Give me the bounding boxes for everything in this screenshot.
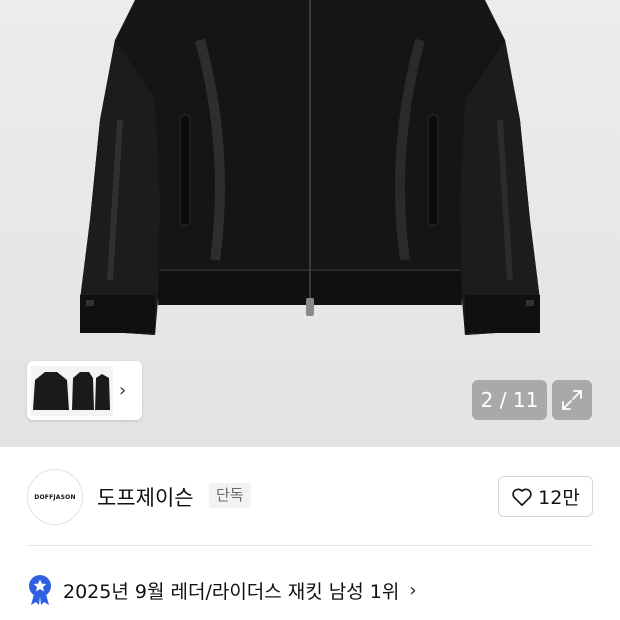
thumbnail-strip[interactable]: ›: [27, 361, 142, 420]
chevron-right-icon: ›: [409, 579, 417, 601]
brand-name[interactable]: 도프제이슨: [97, 482, 194, 512]
expand-icon[interactable]: [552, 380, 592, 420]
ranking-text: 2025년 9월 레더/라이더스 재킷 남성 1위: [63, 580, 400, 603]
like-count: 12만: [538, 487, 580, 509]
divider: [27, 545, 593, 546]
image-counter: 2 / 11: [472, 380, 547, 420]
brand-row: DOFFJASON 도프제이슨 단독 12만: [0, 447, 620, 545]
brand-logo[interactable]: DOFFJASON: [27, 469, 83, 525]
thumbnail-image: [31, 365, 113, 416]
exclusive-badge: 단독: [209, 483, 251, 508]
brand-logo-text: DOFFJASON: [34, 493, 76, 501]
heart-icon: [512, 488, 532, 506]
ranking-row[interactable]: 2025년 9월 레더/라이더스 재킷 남성 1위 ›: [27, 570, 417, 610]
ranking-badge-icon: [29, 575, 51, 605]
product-image-gallery[interactable]: › 2 / 11: [0, 0, 620, 447]
like-button[interactable]: 12만: [498, 476, 593, 517]
chevron-right-icon[interactable]: ›: [119, 380, 126, 401]
